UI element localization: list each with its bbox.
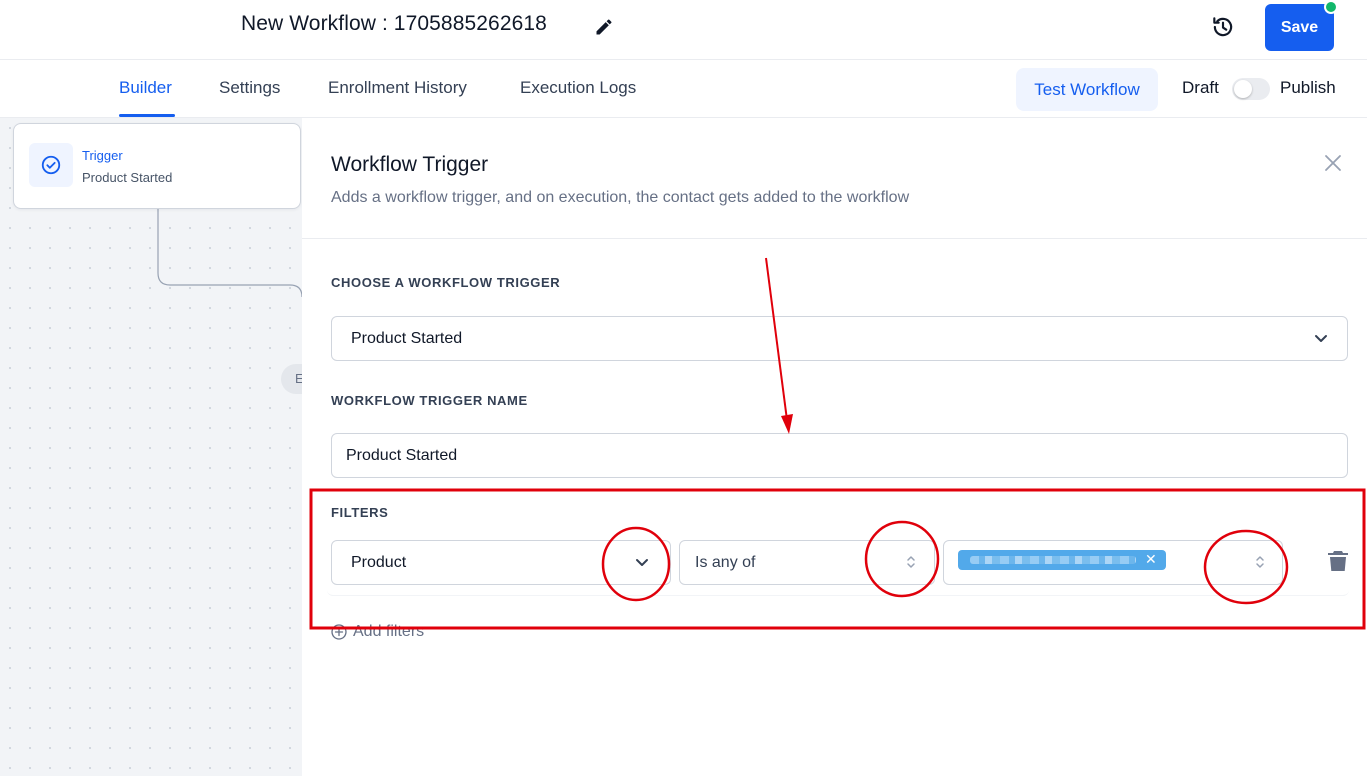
choose-trigger-label: CHOOSE A WORKFLOW TRIGGER <box>331 275 561 290</box>
plus-circle-icon <box>331 624 347 640</box>
panel-title: Workflow Trigger <box>331 153 489 176</box>
status-dot <box>1324 0 1338 14</box>
tab-execution-logs[interactable]: Execution Logs <box>520 78 636 98</box>
chevron-down-icon <box>636 559 648 566</box>
divider <box>302 238 1367 239</box>
publish-label: Publish <box>1280 78 1336 97</box>
redacted-tag-text <box>970 556 1136 564</box>
filter-field-select[interactable]: Product <box>331 540 671 585</box>
selected-value-tag: ✕ <box>958 550 1166 570</box>
chevron-down-icon <box>1315 335 1327 342</box>
toggle-knob <box>1234 80 1252 98</box>
check-circle-icon <box>41 155 61 175</box>
filters-label: FILTERS <box>331 505 389 520</box>
pencil-icon[interactable] <box>594 17 614 37</box>
trigger-panel: Workflow Trigger Adds a workflow trigger… <box>302 118 1367 776</box>
trigger-node-icon-box <box>29 143 73 187</box>
trigger-select[interactable]: Product Started <box>331 316 1348 361</box>
close-icon[interactable] <box>1324 154 1342 172</box>
draft-label: Draft <box>1182 78 1219 97</box>
filter-values-multiselect[interactable]: ✕ <box>943 540 1283 585</box>
test-workflow-button[interactable]: Test Workflow <box>1016 68 1158 111</box>
history-icon[interactable] <box>1210 14 1236 40</box>
trigger-select-value: Product Started <box>351 330 463 347</box>
panel-description: Adds a workflow trigger, and on executio… <box>331 189 910 206</box>
filter-operator-select[interactable]: Is any of <box>679 540 935 585</box>
tab-builder[interactable]: Builder <box>119 78 172 98</box>
save-button[interactable]: Save <box>1265 4 1334 51</box>
trash-icon[interactable] <box>1327 549 1349 573</box>
filter-field-value: Product <box>351 554 407 571</box>
up-down-chevron-icon <box>1256 556 1264 568</box>
add-filters-link[interactable]: Add filters <box>331 623 424 641</box>
trigger-node-subtitle: Product Started <box>82 170 173 185</box>
workflow-title: New Workflow : 1705885262618 <box>241 12 547 35</box>
workflow-canvas[interactable]: Trigger Product Started E <box>0 118 302 776</box>
filter-operator-value: Is any of <box>695 554 756 571</box>
publish-toggle[interactable] <box>1232 78 1270 100</box>
active-tab-indicator <box>119 114 175 117</box>
remove-tag-icon[interactable]: ✕ <box>1145 551 1157 568</box>
add-filters-label: Add filters <box>353 623 425 640</box>
trigger-node[interactable]: Trigger Product Started <box>13 123 301 209</box>
up-down-chevron-icon <box>907 556 915 568</box>
tab-settings[interactable]: Settings <box>219 78 280 98</box>
trigger-node-title: Trigger <box>82 148 123 163</box>
top-bar: New Workflow : 1705885262618 Save <box>0 0 1367 60</box>
trigger-name-label: WORKFLOW TRIGGER NAME <box>331 393 528 408</box>
tab-bar: Builder Settings Enrollment History Exec… <box>0 60 1367 118</box>
tab-enrollment-history[interactable]: Enrollment History <box>328 78 467 98</box>
trigger-name-input[interactable] <box>331 433 1348 478</box>
